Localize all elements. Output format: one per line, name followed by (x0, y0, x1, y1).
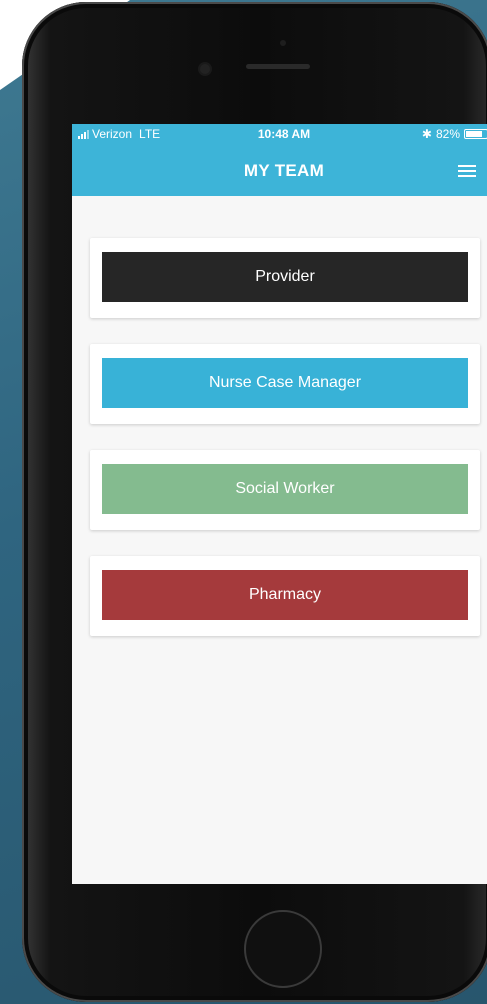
team-card-nurse-case-manager: Nurse Case Manager (90, 344, 480, 424)
battery-percent: 82% (435, 127, 460, 141)
provider-button[interactable]: Provider (102, 252, 468, 302)
team-card-provider: Provider (90, 238, 480, 318)
status-right: ✱ 82% (422, 127, 487, 141)
bluetooth-icon: ✱ (421, 127, 432, 141)
social-worker-button[interactable]: Social Worker (102, 464, 468, 514)
app-screen: Verizon LTE 10:48 AM ✱ 82% MY TEAM Provi… (72, 124, 487, 884)
team-card-social-worker: Social Worker (90, 450, 480, 530)
status-bar: Verizon LTE 10:48 AM ✱ 82% (72, 124, 487, 144)
hamburger-menu-icon[interactable] (458, 165, 476, 180)
pharmacy-button[interactable]: Pharmacy (102, 570, 468, 620)
header-bar: MY TEAM (72, 144, 487, 196)
battery-icon (464, 129, 487, 139)
nurse-case-manager-button[interactable]: Nurse Case Manager (102, 358, 468, 408)
team-list: Provider Nurse Case Manager Social Worke… (72, 196, 487, 636)
home-button[interactable] (244, 910, 322, 988)
battery-fill (466, 131, 483, 137)
team-card-pharmacy: Pharmacy (90, 556, 480, 636)
phone-frame: Verizon LTE 10:48 AM ✱ 82% MY TEAM Provi… (22, 2, 487, 1002)
earpiece-speaker (246, 64, 310, 69)
proximity-sensor (280, 40, 286, 46)
page-title: MY TEAM (243, 161, 325, 180)
front-camera (200, 64, 210, 74)
